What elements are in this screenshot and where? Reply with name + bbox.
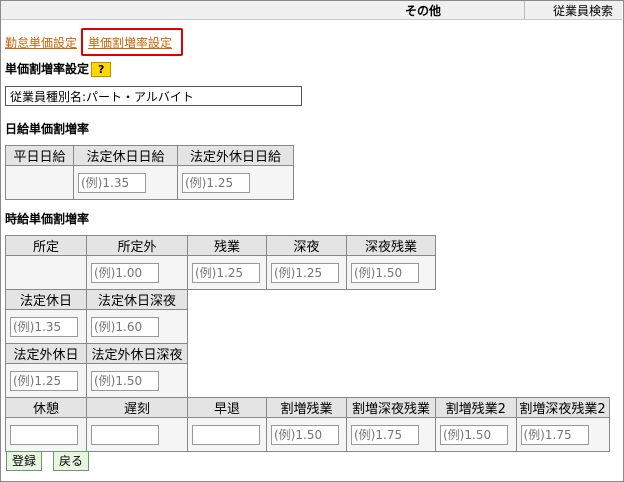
daily-header: 法定休日日給 (73, 145, 178, 166)
link-attendance-unit-price[interactable]: 勤怠単価設定 (5, 36, 77, 50)
nav-links: 勤怠単価設定 (5, 34, 77, 51)
hourly-header: 所定外 (86, 235, 188, 256)
nonlegal-holiday-input[interactable] (10, 370, 78, 391)
selected-tab-highlight: 単価割増率設定 (81, 28, 183, 56)
nonlegal-holiday-daily-input[interactable] (182, 172, 250, 193)
daily-cell (73, 165, 178, 200)
break-input[interactable] (10, 424, 78, 445)
hourly-rate-title: 時給単価割増率 (5, 212, 90, 226)
menu-employee-search[interactable]: 従業員検索 (553, 2, 613, 19)
premium-night-overtime2-input[interactable] (520, 424, 589, 445)
hourly-header: 法定外休日 (5, 343, 87, 364)
hourly-cell (515, 417, 610, 452)
late-night-overtime-input[interactable] (351, 262, 419, 283)
hourly-cell (435, 417, 517, 452)
hourly-cell (86, 363, 188, 398)
section-title-text: 単価割増率設定 (5, 62, 90, 76)
hourly-header: 割増深夜残業2 (515, 397, 610, 418)
hourly-header: 割増残業2 (435, 397, 517, 418)
hourly-cell (5, 363, 87, 398)
register-button[interactable]: 登録 (6, 451, 43, 471)
link-unit-premium-rate[interactable]: 単価割増率設定 (88, 34, 172, 51)
top-menu-bar: その他 従業員検索 (1, 1, 622, 20)
daily-cell-empty (5, 165, 74, 200)
help-icon[interactable]: ? (91, 62, 112, 77)
hourly-cell (266, 417, 347, 452)
late-arrival-input[interactable] (91, 424, 159, 445)
daily-header: 平日日給 (5, 145, 74, 166)
hourly-rate-table: 所定 所定外 残業 深夜 深夜残業 法定休日 法定休日深夜 法定外休日 法定外休… (5, 235, 610, 452)
daily-cell (177, 165, 294, 200)
menu-current: その他 (405, 4, 442, 18)
hourly-header: 残業 (187, 235, 267, 256)
hourly-header: 深夜残業 (346, 235, 436, 256)
employee-type-label: 従業員種別名:パート・アルバイト (5, 86, 302, 106)
daily-rate-table: 平日日給 法定休日日給 法定外休日日給 (5, 145, 294, 200)
overtime-scheduled-input[interactable] (91, 262, 159, 283)
legal-holiday-input[interactable] (10, 316, 78, 337)
daily-rate-title: 日給単価割増率 (5, 122, 90, 136)
hourly-header: 法定休日 (5, 289, 87, 310)
hourly-header: 法定外休日深夜 (86, 343, 188, 364)
legal-holiday-daily-input[interactable] (78, 172, 146, 193)
premium-overtime-input[interactable] (271, 424, 339, 445)
hourly-cell (346, 417, 436, 452)
premium-overtime2-input[interactable] (440, 424, 508, 445)
hourly-header: 深夜 (266, 235, 347, 256)
hourly-header: 休憩 (5, 397, 87, 418)
hourly-cell-empty (5, 255, 87, 290)
legal-holiday-night-input[interactable] (91, 316, 159, 337)
section-title: 単価割増率設定? (5, 60, 112, 77)
hourly-cell (346, 255, 436, 290)
hourly-cell (187, 255, 267, 290)
hourly-header: 割増残業 (266, 397, 347, 418)
hourly-header: 法定休日深夜 (86, 289, 188, 310)
hourly-header: 割増深夜残業 (346, 397, 436, 418)
premium-night-overtime-input[interactable] (351, 424, 419, 445)
menu-divider (524, 1, 525, 19)
hourly-cell (187, 417, 267, 452)
hourly-cell (86, 309, 188, 344)
early-leave-input[interactable] (192, 424, 260, 445)
hourly-header: 遅刻 (86, 397, 188, 418)
hourly-cell (266, 255, 347, 290)
hourly-header: 所定 (5, 235, 87, 256)
daily-header: 法定外休日日給 (177, 145, 294, 166)
back-button[interactable]: 戻る (53, 451, 90, 471)
hourly-cell (86, 417, 188, 452)
hourly-header: 早退 (187, 397, 267, 418)
overtime-input[interactable] (192, 262, 260, 283)
hourly-cell (86, 255, 188, 290)
hourly-cell (5, 309, 87, 344)
hourly-cell (5, 417, 87, 452)
nonlegal-holiday-night-input[interactable] (91, 370, 159, 391)
late-night-input[interactable] (271, 262, 339, 283)
